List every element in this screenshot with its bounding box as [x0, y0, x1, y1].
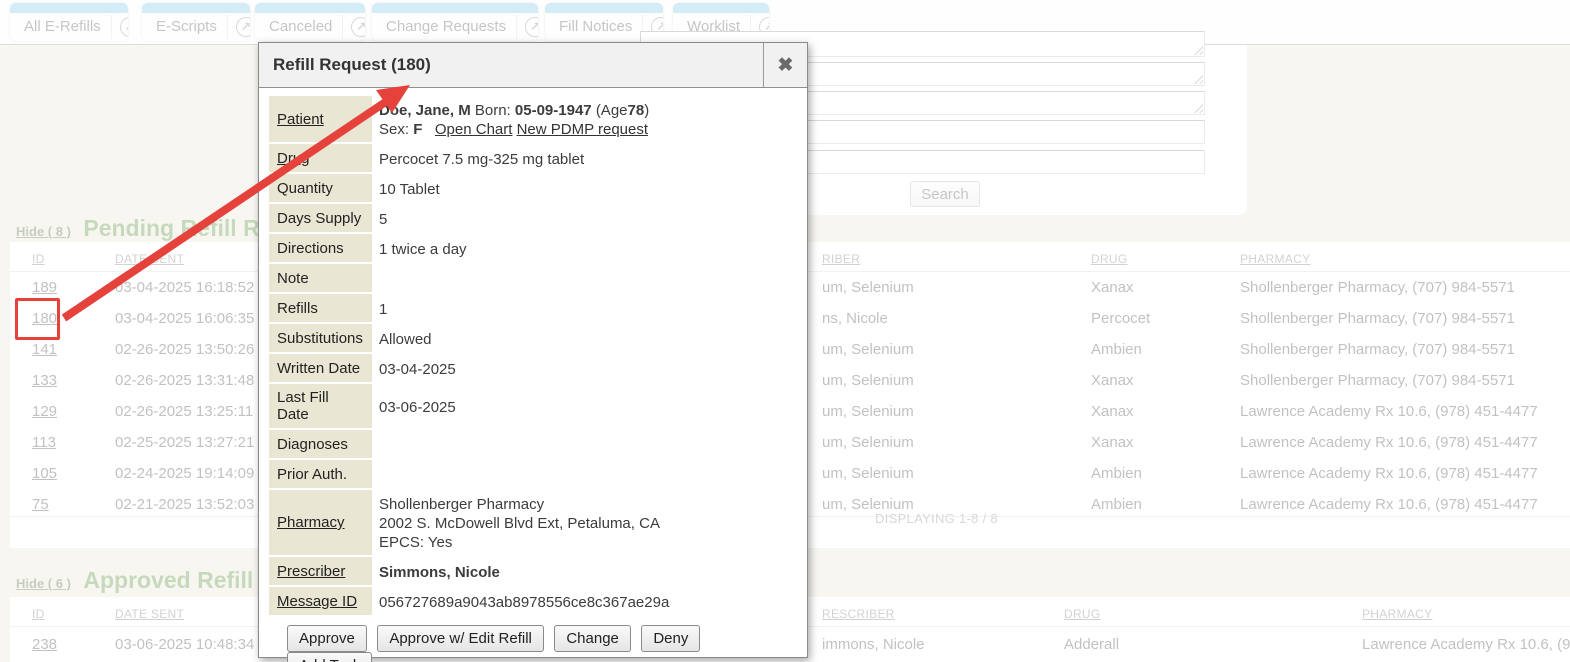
close-icon[interactable]: ✖ [763, 43, 807, 87]
pharmacy-address: 2002 S. McDowell Blvd Ext, Petaluma, CA [379, 514, 797, 533]
field-row-drug: Drug Percocet 7.5 mg-325 mg tablet [269, 144, 797, 174]
field-row-quantity: Quantity 10 Tablet [269, 174, 797, 204]
field-row-prior-auth: Prior Auth. [269, 460, 797, 490]
drug-value: Percocet 7.5 mg-325 mg tablet [379, 150, 797, 169]
pharmacy-epcs: EPCS: Yes [379, 533, 797, 552]
approve-w-edit-refill-button[interactable]: Approve w/ Edit Refill [377, 625, 544, 652]
field-row-patient: Patient Doe, Jane, M Born: 05-09-1947 (A… [269, 96, 797, 144]
deny-button[interactable]: Deny [641, 625, 700, 652]
substitutions-value: Allowed [379, 330, 797, 349]
patient-line1: Doe, Jane, M Born: 05-09-1947 (Age78) [379, 101, 797, 120]
modal-title: Refill Request (180) [259, 55, 763, 75]
change-button[interactable]: Change [554, 625, 631, 652]
patient-sex: F [413, 121, 422, 138]
drug-label-link[interactable]: Drug [277, 150, 310, 167]
modal-actions: Approve Approve w/ Edit Refill Change De… [287, 625, 797, 662]
refill-request-modal: Refill Request (180) ✖ Patient Doe, Jane… [258, 42, 808, 658]
patient-name: Doe, Jane, M [379, 102, 471, 119]
message-id-label-link[interactable]: Message ID [277, 593, 357, 610]
born-label: Born: [475, 102, 511, 119]
directions-value: 1 twice a day [379, 240, 797, 259]
field-row-days-supply: Days Supply 5 [269, 204, 797, 234]
modal-body: Patient Doe, Jane, M Born: 05-09-1947 (A… [259, 88, 807, 662]
field-row-substitutions: Substitutions Allowed [269, 324, 797, 354]
last-fill-date-label: Last Fill Date [277, 389, 364, 423]
add-task-button[interactable]: Add Task [287, 652, 372, 662]
field-row-diagnoses: Diagnoses [269, 430, 797, 460]
prescriber-label-link[interactable]: Prescriber [277, 563, 345, 580]
sex-label: Sex: [379, 121, 409, 138]
prescriber-value: Simmons, Nicole [379, 563, 797, 582]
diagnoses-label: Diagnoses [277, 436, 348, 453]
field-row-last-fill-date: Last Fill Date 03-06-2025 [269, 384, 797, 430]
note-label: Note [277, 270, 309, 287]
field-row-prescriber: Prescriber Simmons, Nicole [269, 557, 797, 587]
pharmacy-name: Shollenberger Pharmacy [379, 495, 797, 514]
field-row-note: Note [269, 264, 797, 294]
field-row-directions: Directions 1 twice a day [269, 234, 797, 264]
refills-value: 1 [379, 300, 797, 319]
field-row-message-id: Message ID 056727689a9043ab8978556ce8c36… [269, 587, 797, 617]
days-supply-label: Days Supply [277, 210, 361, 227]
quantity-value: 10 Tablet [379, 180, 797, 199]
substitutions-label: Substitutions [277, 330, 363, 347]
prior-auth-label: Prior Auth. [277, 466, 347, 483]
new-pdmp-request-link[interactable]: New PDMP request [517, 121, 648, 138]
age-suffix: ) [644, 102, 649, 119]
field-row-refills: Refills 1 [269, 294, 797, 324]
age-prefix: (Age [596, 102, 628, 119]
erx-refill-page: { "tabs": [ { "label": "All E-Refills" }… [0, 0, 1570, 662]
refills-label: Refills [277, 300, 318, 317]
pharmacy-label-link[interactable]: Pharmacy [277, 514, 345, 531]
last-fill-date-value: 03-06-2025 [379, 398, 797, 417]
days-supply-value: 5 [379, 210, 797, 229]
patient-line2: Sex: F Open Chart New PDMP request [379, 120, 797, 139]
patient-age: 78 [628, 102, 645, 119]
open-chart-link[interactable]: Open Chart [435, 121, 513, 138]
directions-label: Directions [277, 240, 344, 257]
written-date-label: Written Date [277, 360, 360, 377]
field-row-written-date: Written Date 03-04-2025 [269, 354, 797, 384]
approve-button[interactable]: Approve [287, 625, 367, 652]
modal-header: Refill Request (180) ✖ [259, 43, 807, 88]
patient-label-link[interactable]: Patient [277, 111, 324, 128]
patient-dob: 05-09-1947 [515, 102, 592, 119]
message-id-value: 056727689a9043ab8978556ce8c367ae29a [379, 593, 797, 612]
quantity-label: Quantity [277, 180, 333, 197]
field-row-pharmacy: Pharmacy Shollenberger Pharmacy 2002 S. … [269, 490, 797, 557]
written-date-value: 03-04-2025 [379, 360, 797, 379]
